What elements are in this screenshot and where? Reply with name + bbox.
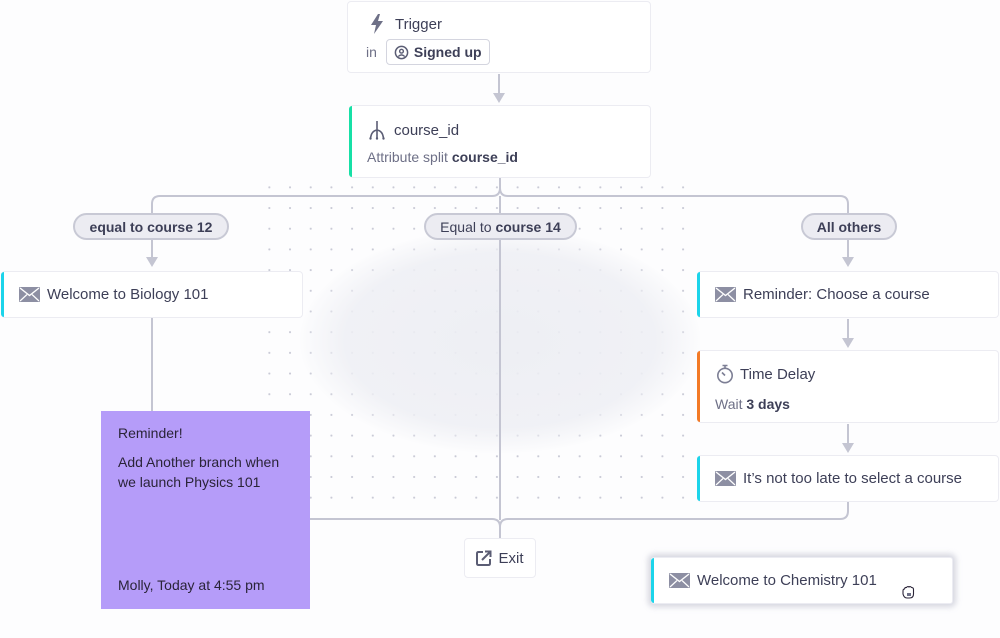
note-body: Add Another branch when we launch Physic… — [118, 454, 280, 490]
trigger-in-label: in — [366, 44, 377, 60]
email-title: It’s not too late to select a course — [743, 470, 963, 487]
arrow-head — [842, 338, 854, 348]
external-link-icon — [476, 550, 492, 566]
split-subtitle: Attribute split course_id — [367, 149, 518, 165]
branch-label-all-others[interactable]: All others — [801, 213, 897, 240]
email-node-chemistry-dragging[interactable]: Welcome to Chemistry 101 — [651, 557, 953, 604]
branch-label-course-12[interactable]: equal to course 12 — [73, 213, 229, 240]
arrow-head — [842, 443, 854, 453]
note-heading: Reminder! — [118, 425, 183, 441]
split-icon — [368, 120, 386, 140]
grab-hand-icon — [901, 585, 917, 600]
split-subtitle-prefix: Attribute split — [367, 149, 448, 165]
split-accent-bar — [349, 106, 352, 177]
email-node-not-too-late[interactable]: It’s not too late to select a course — [697, 455, 999, 502]
segment-chip[interactable]: Signed up — [385, 39, 490, 65]
trigger-title: Trigger — [395, 15, 442, 33]
exit-node[interactable]: Exit — [464, 538, 536, 578]
merge-right — [499, 501, 849, 528]
email-accent-bar — [697, 456, 700, 501]
email-title: Welcome to Chemistry 101 — [697, 572, 877, 589]
email-accent-bar — [1, 272, 4, 317]
time-delay-node[interactable]: Time Delay Wait 3 days — [697, 350, 999, 423]
branch-label-value: All others — [816, 218, 882, 235]
merge-left — [310, 518, 501, 528]
email-title: Welcome to Biology 101 — [47, 286, 209, 303]
delay-title: Time Delay — [740, 365, 816, 383]
sticky-note[interactable]: Reminder! Add Another branch when we lau… — [101, 411, 310, 609]
note-author: Molly, Today at 4:55 pm — [118, 577, 265, 593]
branch-label-course-14[interactable]: Equal to course 14 — [424, 213, 577, 240]
attribute-split-node[interactable]: course_id Attribute split course_id — [349, 105, 651, 178]
branch-label-value: equal to course 12 — [89, 218, 213, 235]
email-title: Reminder: Choose a course — [743, 286, 930, 303]
envelope-icon — [19, 287, 40, 302]
split-subtitle-attr: course_id — [451, 149, 518, 165]
branch-label-prefix: Equal to — [440, 218, 496, 235]
envelope-icon — [715, 287, 736, 302]
arrow-head — [842, 257, 854, 267]
email-node-reminder-choose[interactable]: Reminder: Choose a course — [697, 271, 999, 318]
exit-label: Exit — [498, 549, 524, 567]
delay-subtitle: Wait 3 days — [715, 396, 790, 412]
email-accent-bar — [651, 558, 654, 603]
trigger-node[interactable]: Trigger in Signed up — [347, 1, 651, 73]
stopwatch-icon — [716, 364, 734, 384]
lightning-icon — [370, 14, 384, 34]
fork-left — [151, 187, 501, 214]
envelope-icon — [669, 573, 690, 588]
delay-accent-bar — [697, 351, 700, 422]
fork-right — [499, 187, 849, 214]
workflow-canvas[interactable]: Trigger in Signed up course_id Attribute… — [0, 0, 1000, 638]
branch-label-value: course 14 — [495, 218, 561, 235]
user-circle-icon — [394, 45, 409, 60]
arrow-head — [146, 257, 158, 267]
envelope-icon — [715, 471, 736, 486]
delay-wait-value: 3 days — [746, 396, 790, 412]
split-title: course_id — [394, 121, 460, 139]
segment-name: Signed up — [413, 44, 482, 60]
delay-wait-prefix: Wait — [715, 396, 743, 412]
arrow-head — [493, 93, 505, 103]
email-node-biology[interactable]: Welcome to Biology 101 — [1, 271, 303, 318]
email-accent-bar — [697, 272, 700, 317]
